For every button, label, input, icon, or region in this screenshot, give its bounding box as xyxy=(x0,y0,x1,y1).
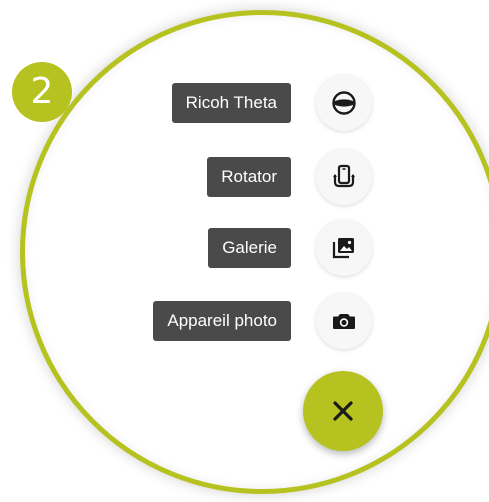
camera-icon xyxy=(333,314,355,329)
rotator-label[interactable]: Rotator xyxy=(207,157,291,197)
camera-label[interactable]: Appareil photo xyxy=(153,301,291,341)
ricoh-theta-icon xyxy=(332,91,356,115)
rotator-icon xyxy=(333,164,355,188)
ricoh-theta-label[interactable]: Ricoh Theta xyxy=(171,83,291,123)
rotator-button[interactable] xyxy=(316,149,372,205)
close-menu-button[interactable] xyxy=(303,371,383,451)
camera-button[interactable] xyxy=(316,293,372,349)
gallery-label[interactable]: Galerie xyxy=(208,228,291,268)
gallery-button[interactable] xyxy=(316,220,372,276)
ricoh-theta-button[interactable] xyxy=(316,75,372,131)
gallery-icon xyxy=(332,238,354,259)
step-badge: 2 xyxy=(12,62,72,122)
fab-menu-callout: 2 Ricoh Theta Rotator Galerie Appareil p… xyxy=(0,0,489,502)
close-icon xyxy=(333,401,353,421)
